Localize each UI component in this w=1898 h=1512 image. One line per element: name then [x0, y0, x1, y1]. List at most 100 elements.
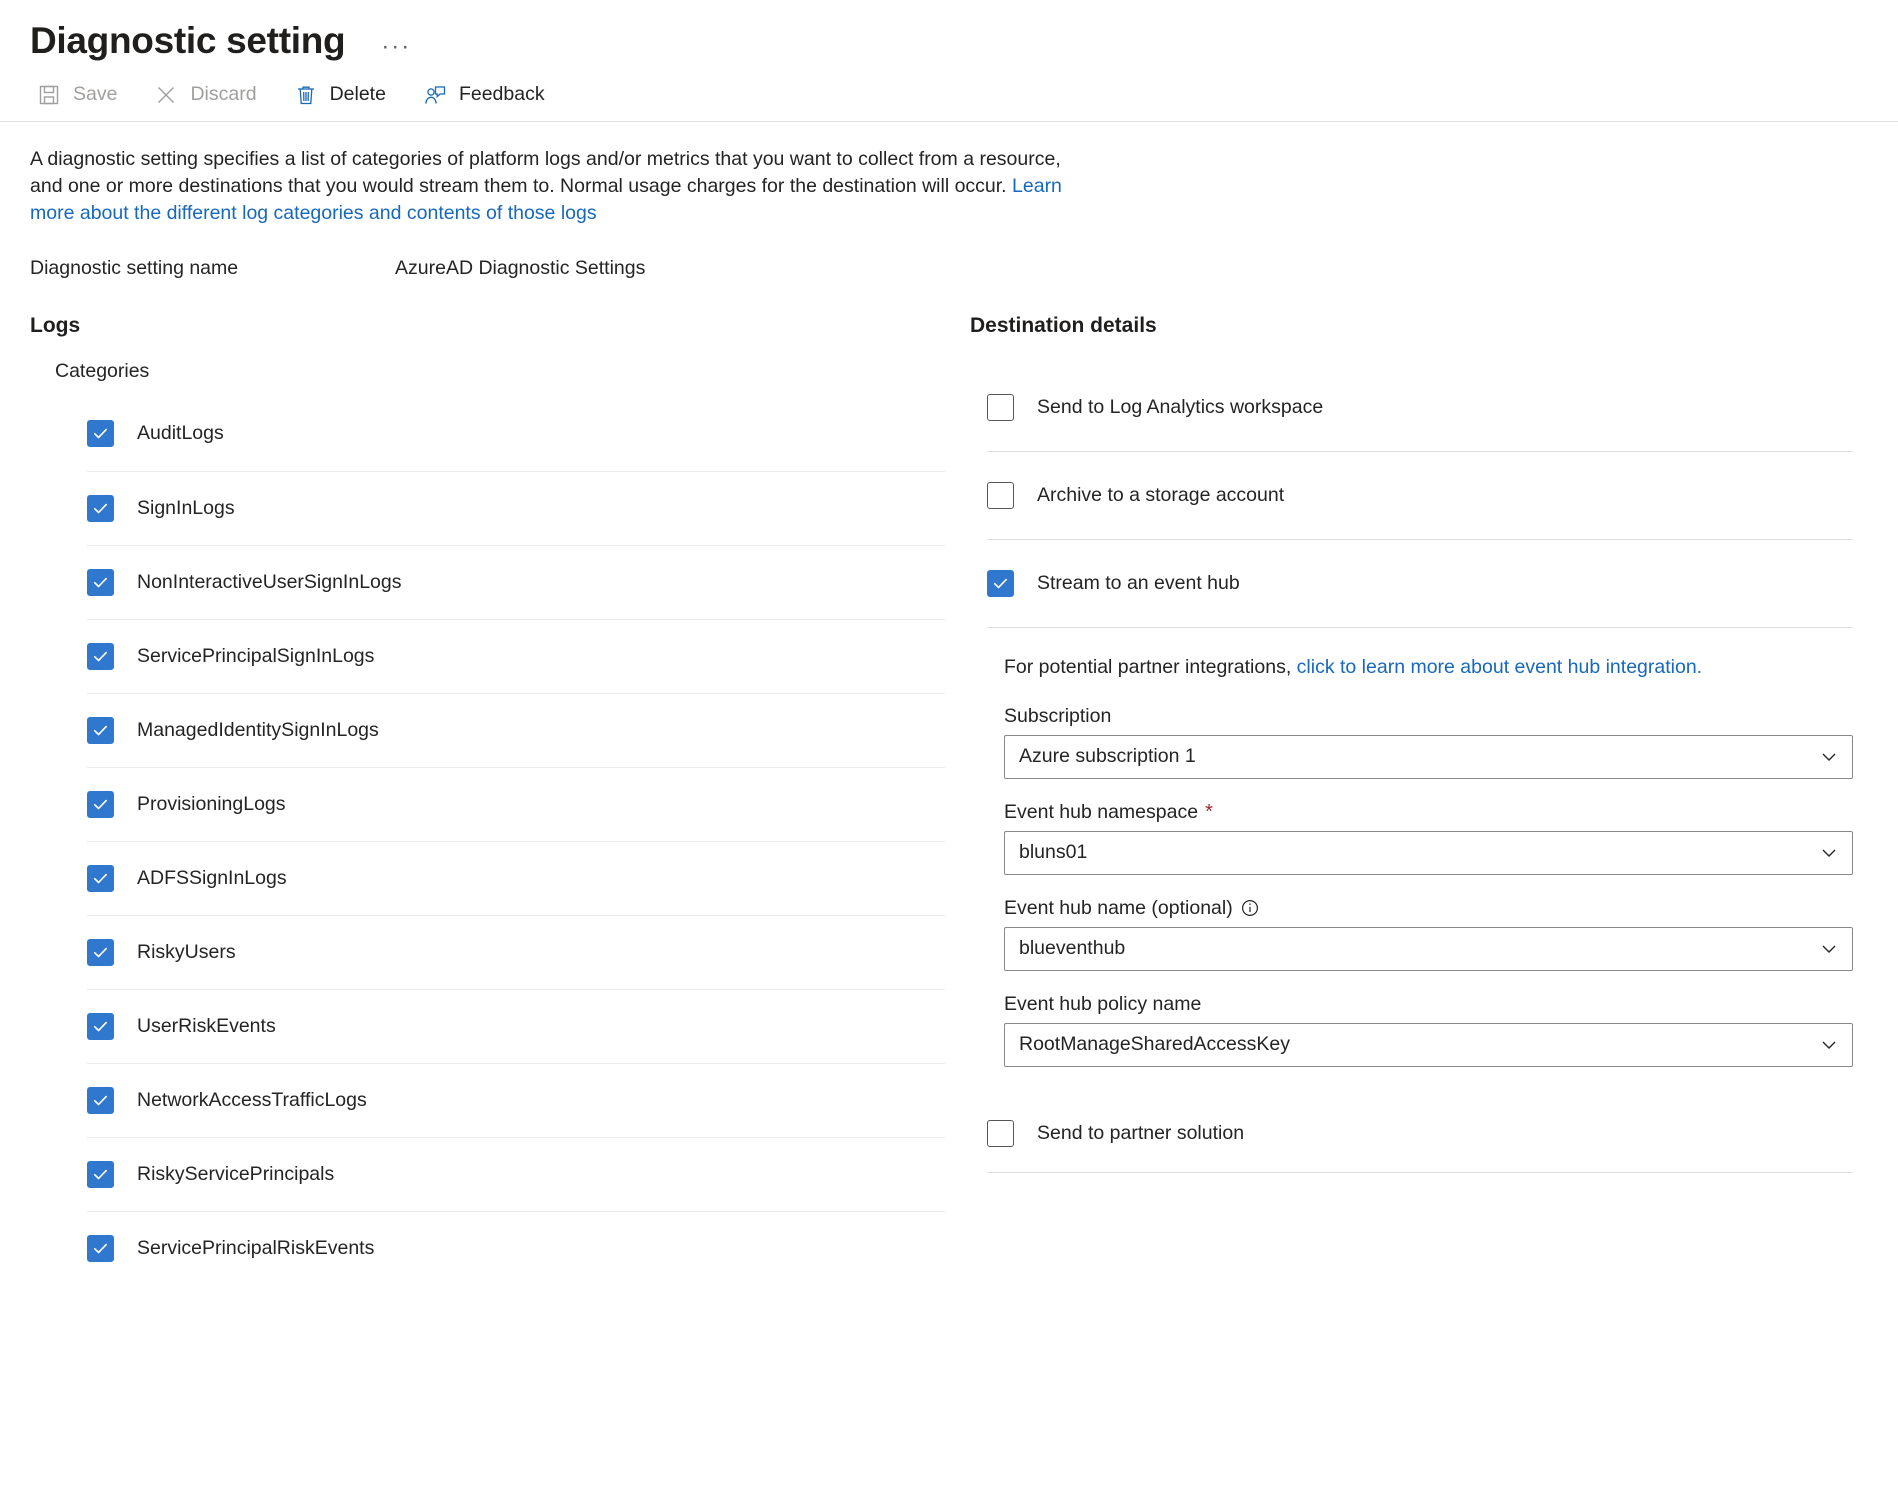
log-category-label: NonInteractiveUserSignInLogs	[137, 570, 402, 593]
diagnostic-setting-name-row: Diagnostic setting name AzureAD Diagnost…	[0, 227, 1898, 280]
log-category-row[interactable]: UserRiskEvents	[87, 988, 945, 1063]
log-category-label: RiskyServicePrincipals	[137, 1162, 335, 1185]
log-category-label: RiskyUsers	[137, 940, 236, 963]
event-hub-namespace-field: Event hub namespace * bluns01	[1004, 801, 1853, 875]
content-body: Logs Categories AuditLogs SignInLogs NonIn…	[0, 280, 1898, 1285]
log-category-checkbox[interactable]	[87, 420, 114, 448]
chevron-down-icon	[1819, 843, 1839, 863]
event-hub-policy-value: RootManageSharedAccessKey	[1019, 1033, 1290, 1056]
subscription-value: Azure subscription 1	[1019, 745, 1196, 768]
event-hub-name-label-wrap: Event hub name (optional)	[1004, 897, 1853, 920]
log-category-checkbox[interactable]	[87, 1086, 114, 1114]
log-category-row[interactable]: ServicePrincipalSignInLogs	[87, 618, 945, 693]
event-hub-name-field: Event hub name (optional) blueventhub	[1004, 897, 1853, 971]
log-category-row[interactable]: RiskyServicePrincipals	[87, 1136, 945, 1211]
discard-button-label: Discard	[190, 83, 257, 105]
subscription-select[interactable]: Azure subscription 1	[1004, 734, 1853, 779]
log-category-label: ManagedIdentitySignInLogs	[137, 718, 379, 741]
send-to-log-analytics-checkbox[interactable]	[987, 393, 1014, 421]
chevron-down-icon	[1819, 939, 1839, 959]
subscription-label-wrap: Subscription	[1004, 705, 1853, 728]
log-category-row[interactable]: RiskyUsers	[87, 914, 945, 989]
log-category-label: SignInLogs	[137, 496, 235, 519]
log-category-row[interactable]: NonInteractiveUserSignInLogs	[87, 544, 945, 619]
more-options-ellipsis-icon[interactable]: ···	[381, 35, 411, 59]
log-category-label: ServicePrincipalSignInLogs	[137, 644, 375, 667]
event-hub-namespace-label-wrap: Event hub namespace *	[1004, 801, 1853, 824]
log-category-label: NetworkAccessTrafficLogs	[137, 1088, 367, 1111]
command-bar: Save Discard Delete Feedback	[0, 68, 1898, 122]
log-category-checkbox[interactable]	[87, 864, 114, 892]
log-category-checkbox[interactable]	[87, 1012, 114, 1040]
log-category-checkbox[interactable]	[87, 1160, 114, 1188]
discard-button[interactable]: Discard	[149, 76, 274, 114]
log-category-row[interactable]: AuditLogs	[87, 397, 945, 471]
feedback-button[interactable]: Feedback	[418, 76, 563, 114]
send-to-log-analytics-row[interactable]: Send to Log Analytics workspace	[987, 364, 1853, 452]
archive-to-storage-label: Archive to a storage account	[1037, 483, 1285, 506]
log-category-row[interactable]: SignInLogs	[87, 470, 945, 545]
stream-to-event-hub-label: Stream to an event hub	[1037, 571, 1240, 594]
stream-to-event-hub-row[interactable]: Stream to an event hub	[987, 540, 1853, 628]
log-category-row[interactable]: ProvisioningLogs	[87, 766, 945, 841]
logs-heading: Logs	[30, 313, 81, 337]
event-hub-policy-field: Event hub policy name RootManageSharedAc…	[1004, 993, 1853, 1067]
chevron-down-icon	[1819, 1035, 1839, 1055]
subscription-field: Subscription Azure subscription 1	[1004, 705, 1853, 779]
send-to-partner-solution-label: Send to partner solution	[1037, 1121, 1245, 1144]
send-to-partner-solution-checkbox[interactable]	[987, 1119, 1014, 1147]
save-icon	[36, 82, 62, 108]
log-category-row[interactable]: ADFSSignInLogs	[87, 840, 945, 915]
log-category-checkbox[interactable]	[87, 1234, 114, 1262]
event-hub-config-panel: For potential partner integrations, clic…	[987, 628, 1853, 1067]
save-button-label: Save	[73, 83, 118, 105]
log-category-row[interactable]: NetworkAccessTrafficLogs	[87, 1062, 945, 1137]
chevron-down-icon	[1819, 747, 1839, 767]
log-category-checkbox[interactable]	[87, 568, 114, 596]
event-hub-policy-label-wrap: Event hub policy name	[1004, 993, 1853, 1016]
log-category-label: ADFSSignInLogs	[137, 866, 287, 889]
archive-to-storage-checkbox[interactable]	[987, 481, 1014, 509]
delete-button[interactable]: Delete	[289, 76, 404, 114]
event-hub-integration-link[interactable]: click to learn more about event hub inte…	[1297, 656, 1702, 678]
delete-icon	[293, 82, 319, 108]
feedback-button-label: Feedback	[458, 83, 545, 105]
log-category-checkbox[interactable]	[87, 938, 114, 966]
event-hub-name-value: blueventhub	[1019, 937, 1126, 960]
log-category-row[interactable]: ManagedIdentitySignInLogs	[87, 692, 945, 767]
diagnostic-setting-name-label: Diagnostic setting name	[30, 256, 239, 279]
feedback-icon	[422, 82, 448, 108]
log-categories-list: AuditLogs SignInLogs NonInteractiveUserSig…	[87, 397, 945, 1285]
log-category-label: AuditLogs	[137, 422, 224, 445]
event-hub-namespace-value: bluns01	[1019, 841, 1088, 864]
description-text: A diagnostic setting specifies a list of…	[0, 122, 1120, 227]
page-title: Diagnostic setting	[30, 19, 346, 61]
partner-note-text: For potential partner integrations,	[1004, 655, 1297, 678]
log-category-row[interactable]: ServicePrincipalRiskEvents	[87, 1210, 945, 1285]
subscription-label: Subscription	[1004, 704, 1112, 727]
log-category-checkbox[interactable]	[87, 642, 114, 670]
event-hub-name-label: Event hub name (optional)	[1004, 896, 1233, 919]
page-header: Diagnostic setting ···	[0, 0, 1898, 68]
diagnostic-setting-page: Diagnostic setting ··· Save Discard Dele…	[0, 0, 1898, 1512]
diagnostic-setting-name-value: AzureAD Diagnostic Settings	[395, 256, 646, 279]
save-button[interactable]: Save	[32, 76, 135, 114]
event-hub-namespace-select[interactable]: bluns01	[1004, 830, 1853, 875]
send-to-partner-solution-row[interactable]: Send to partner solution	[987, 1095, 1853, 1173]
event-hub-namespace-label: Event hub namespace	[1004, 800, 1199, 823]
log-category-checkbox[interactable]	[87, 790, 114, 818]
log-category-checkbox[interactable]	[87, 716, 114, 744]
stream-to-event-hub-checkbox[interactable]	[987, 569, 1014, 597]
event-hub-policy-select[interactable]: RootManageSharedAccessKey	[1004, 1022, 1853, 1067]
log-category-label: UserRiskEvents	[137, 1014, 276, 1037]
discard-icon	[153, 82, 179, 108]
description-body: A diagnostic setting specifies a list of…	[30, 148, 1061, 197]
archive-to-storage-row[interactable]: Archive to a storage account	[987, 452, 1853, 540]
destination-details-heading: Destination details	[970, 313, 1157, 337]
destination-options-list: Send to Log Analytics workspace Archive …	[987, 364, 1853, 1067]
log-category-label: ProvisioningLogs	[137, 792, 286, 815]
send-to-log-analytics-label: Send to Log Analytics workspace	[1037, 395, 1324, 418]
info-icon[interactable]	[1240, 898, 1260, 918]
event-hub-name-select[interactable]: blueventhub	[1004, 926, 1853, 971]
log-category-checkbox[interactable]	[87, 494, 114, 522]
